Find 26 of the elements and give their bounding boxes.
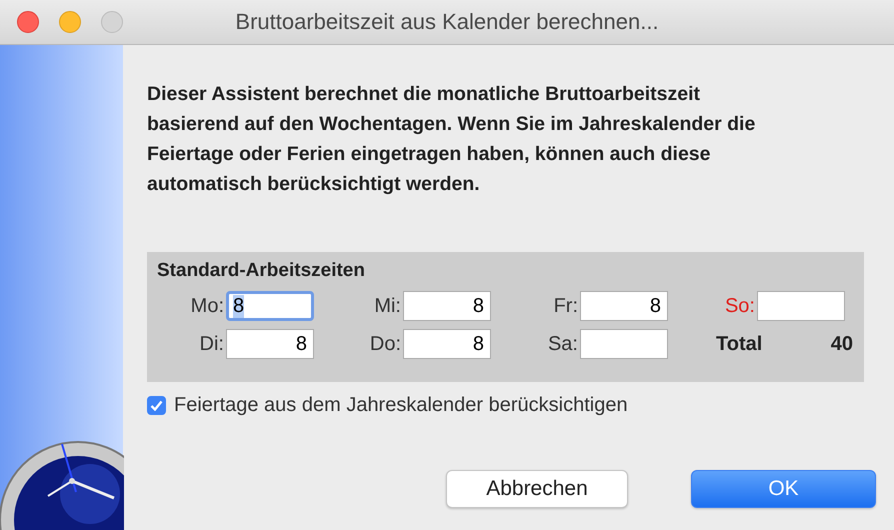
hours-field[interactable]: 8 [580,291,668,321]
day-label: Mo: [190,294,224,318]
day-label: Mi: [374,294,401,318]
day-label: Do: [370,332,401,356]
minimize-button[interactable] [59,11,81,33]
close-button[interactable] [17,11,39,33]
cancel-button[interactable]: Abbrechen [446,470,628,508]
group-title: Standard-Arbeitszeiten [157,260,366,282]
day-label: Fr: [554,294,578,318]
hours-field[interactable]: 8 [226,329,314,359]
hours-field[interactable]: 8 [403,329,491,359]
day-label: So: [724,294,755,318]
total-label: Total [716,332,762,356]
day-label: Sa: [548,332,578,356]
hours-field[interactable]: 8 [226,291,314,321]
checkbox[interactable] [147,396,166,415]
window-title: Bruttoarbeitszeit aus Kalender berechnen... [234,9,660,35]
total-value: 40 [830,332,853,356]
zoom-button[interactable] [101,11,123,33]
hours-field[interactable] [580,329,668,359]
day-label: Di: [200,332,224,356]
hours-field[interactable]: 8 [403,291,491,321]
checkmark-icon [150,400,163,411]
checkbox-label: Feiertage aus dem Jahreskalender berücksichtigen [174,394,628,417]
hours-field[interactable] [757,291,845,321]
intro-text: Dieser Assistent berechnet die monatliche Bruttoarbeitszeit basierend auf den Wochentagen. Wenn Sie im Jahreskalender die Feiertage oder Ferien eingetragen haben, können auch diese automatisch berücksichtigt werden. [147,82,756,197]
